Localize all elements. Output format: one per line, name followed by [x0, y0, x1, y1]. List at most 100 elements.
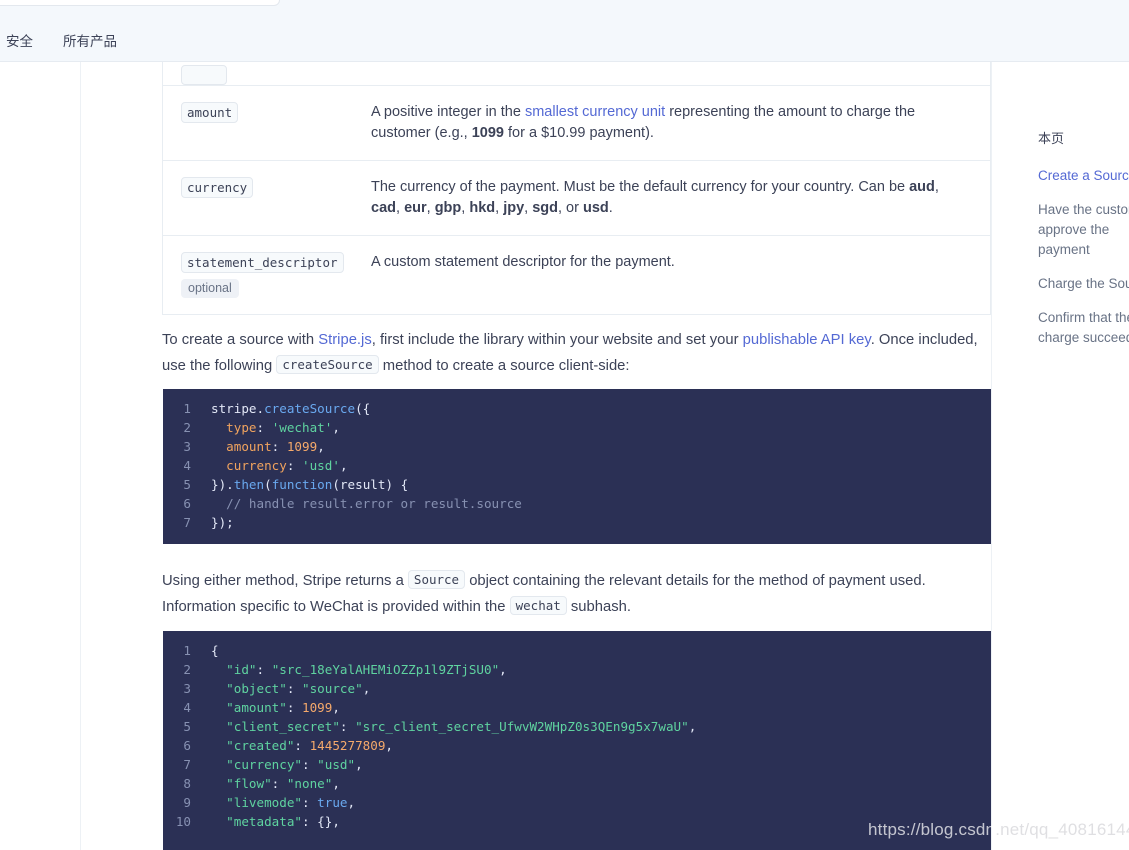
code-line-content: "flow": "none", — [211, 774, 340, 793]
code-token: , — [332, 700, 340, 715]
code-token: stripe — [211, 401, 257, 416]
code-line-content: // handle result.error or result.source — [211, 494, 522, 513]
table-row — [163, 62, 990, 86]
code-line-number: 1 — [183, 401, 191, 416]
code-line: 10 "metadata": {}, — [163, 812, 991, 831]
code-token: // handle result.error or result.source — [211, 496, 522, 511]
code-token: "id" — [226, 662, 257, 677]
on-this-page-link-2[interactable]: Charge the Source — [1038, 274, 1129, 294]
code-token: : — [256, 420, 272, 435]
code-token: "src_18eYalAHEMiOZZp1l9ZTjSU0" — [271, 662, 500, 677]
code-line-number: 7 — [183, 515, 191, 530]
code-line-content: "client_secret": "src_client_secret_Ufwv… — [211, 717, 696, 736]
code-token: "created" — [226, 738, 295, 753]
code-line: 5 "client_secret": "src_client_secret_Uf… — [163, 717, 991, 736]
code-token: : — [302, 795, 318, 810]
code-token: 1099 — [302, 700, 333, 715]
optional-badge: optional — [181, 279, 239, 298]
code-token: : — [302, 814, 318, 829]
code-token: ( — [332, 477, 340, 492]
code-line-number: 1 — [183, 643, 191, 658]
table-row: amount A positive integer in the smallest… — [163, 86, 990, 161]
table-row: statement_descriptor optional A custom sta… — [163, 236, 990, 315]
top-header-bar: 安全 所有产品 — [0, 0, 1129, 62]
code-line-number: 8 — [183, 776, 191, 791]
nav-security[interactable]: 安全 — [6, 34, 33, 50]
code-token: : — [286, 681, 303, 696]
code-line: 6 // handle result.error or result.sourc… — [163, 494, 991, 513]
code-token: : — [286, 700, 303, 715]
code-line-number: 2 — [183, 420, 191, 435]
code-token: { — [211, 643, 219, 658]
param-name-cell: amount — [181, 102, 371, 144]
code-line: 3 "object": "source", — [163, 679, 991, 698]
code-line-number: 4 — [183, 700, 191, 715]
code-line: 5}).then(function(result) { — [163, 475, 991, 494]
code-token: "source" — [302, 681, 363, 696]
code-line: 6 "created": 1445277809, — [163, 736, 991, 755]
code-token: true — [317, 795, 348, 810]
code-token: , — [339, 458, 348, 473]
inline-code-source: Source — [407, 570, 466, 589]
code-line: 4 currency: 'usd', — [163, 456, 991, 475]
code-line: 9 "livemode": true, — [163, 793, 991, 812]
on-this-page-nav: 本页 Create a Source Have the customer appr… — [1038, 130, 1129, 362]
param-name-badge: statement_descriptor — [181, 252, 344, 273]
param-name-badge-clipped — [181, 65, 227, 85]
on-this-page-link-1[interactable]: Have the customer approve the payment — [1038, 200, 1129, 260]
code-token: }); — [211, 515, 234, 530]
code-line: 1{ — [163, 641, 991, 660]
code-line-number: 5 — [183, 719, 191, 734]
link-smallest-currency-unit[interactable]: smallest currency unit — [525, 104, 665, 120]
code-token: "src_client_secret_UfwvW2WHpZ0s3QEn9g5x7… — [355, 719, 689, 734]
inline-code-createsource: createSource — [276, 355, 379, 374]
code-line-number: 9 — [183, 795, 191, 810]
on-this-page-link-0[interactable]: Create a Source — [1038, 166, 1129, 186]
code-line-content: stripe.createSource({ — [211, 399, 370, 418]
code-token: 'usd' — [302, 458, 340, 473]
code-token: "currency" — [226, 757, 302, 772]
param-description-cell: A positive integer in the smallest curre… — [371, 104, 916, 141]
param-description-cell: The currency of the payment. Must be the… — [371, 179, 939, 216]
code-token: function — [271, 477, 333, 492]
on-this-page-link-3[interactable]: Confirm that the charge succeeded — [1038, 308, 1129, 348]
nav-all-products[interactable]: 所有产品 — [63, 34, 117, 50]
code-line: 8 "flow": "none", — [163, 774, 991, 793]
code-token: then — [233, 477, 265, 492]
code-line-content: "object": "source", — [211, 679, 370, 698]
code-line: 3 amount: 1099, — [163, 437, 991, 456]
code-token: 1099 — [286, 439, 318, 454]
code-line-number: 7 — [183, 757, 191, 772]
paragraph-create-source-intro: To create a source with Stripe.js, first… — [162, 332, 978, 374]
code-token: ( — [264, 477, 272, 492]
param-name-badge: amount — [181, 102, 239, 123]
param-name-cell: currency — [181, 177, 371, 219]
code-line-content: amount: 1099, — [211, 437, 325, 456]
code-line-number: 3 — [183, 681, 191, 696]
link-publishable-api-key[interactable]: publishable API key — [743, 332, 871, 348]
left-sidebar-gutter — [0, 62, 81, 850]
code-token: createSource — [264, 401, 356, 416]
code-token: ({ — [355, 401, 371, 416]
browser-tab-stub — [0, 0, 280, 6]
code-line: 2 type: 'wechat', — [163, 418, 991, 437]
code-token: "object" — [226, 681, 287, 696]
code-token: , — [688, 719, 697, 734]
code-line-content: "amount": 1099, — [211, 698, 340, 717]
code-line-number: 3 — [183, 439, 191, 454]
link-stripe-js[interactable]: Stripe.js — [318, 332, 371, 348]
top-navigation: 安全 所有产品 — [0, 34, 117, 50]
code-token: ) { — [385, 477, 409, 492]
code-line-content: "livemode": true, — [211, 793, 355, 812]
code-token: "metadata" — [226, 814, 302, 829]
code-token: , — [355, 757, 363, 772]
code-line-content: "currency": "usd", — [211, 755, 363, 774]
param-name-cell: statement_descriptor optional — [181, 252, 371, 298]
code-token: , — [347, 795, 356, 810]
